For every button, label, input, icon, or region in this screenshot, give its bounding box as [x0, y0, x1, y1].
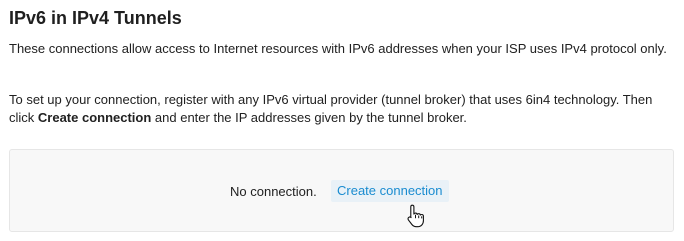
instructions-bold-action: Create connection — [37, 109, 152, 125]
connections-panel: No connection. Create connection — [9, 149, 674, 232]
instructions-paragraph: To set up your connection, register with… — [9, 91, 679, 126]
description-paragraph: These connections allow access to Intern… — [9, 41, 667, 56]
create-connection-button[interactable]: Create connection — [331, 180, 449, 202]
hand-pointer-icon — [407, 204, 424, 228]
instructions-text-end: and enter the IP addresses given by the … — [151, 109, 467, 125]
page-title: IPv6 in IPv4 Tunnels — [9, 8, 182, 28]
no-connection-label: No connection. — [230, 184, 317, 199]
